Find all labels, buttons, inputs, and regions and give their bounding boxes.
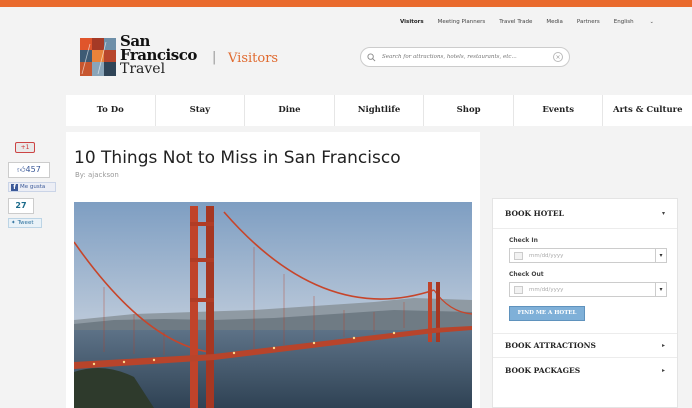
calendar-icon[interactable]: [514, 285, 523, 294]
chevron-right-icon: ▸: [661, 342, 665, 349]
twitter-bird-icon: ✦: [11, 220, 16, 226]
chevron-down-icon: ⌄: [649, 19, 654, 25]
calendar-icon[interactable]: [514, 251, 523, 260]
nav-to-do[interactable]: To Do: [66, 95, 156, 126]
booking-sidebar: BOOK HOTEL ▾ Check In mm/dd/yyyy ▾ Check…: [492, 198, 678, 408]
check-in-placeholder: mm/dd/yyyy: [529, 252, 564, 259]
nav-dine[interactable]: Dine: [245, 95, 335, 126]
book-attractions-title: BOOK ATTRACTIONS: [505, 341, 596, 350]
logo-mark-icon: [80, 38, 116, 76]
social-share-bar: +1 👍︎457 f Me gusta 27 ✦ Tweet: [8, 142, 60, 228]
topnav-media[interactable]: Media: [546, 19, 563, 25]
book-hotel-title: BOOK HOTEL: [505, 209, 564, 218]
book-packages-header[interactable]: BOOK PACKAGES ▸: [493, 358, 677, 383]
chevron-down-icon[interactable]: ▾: [655, 283, 666, 296]
article-byline: By: ajackson: [75, 171, 119, 179]
search-input[interactable]: [382, 54, 542, 60]
check-out-placeholder: mm/dd/yyyy: [529, 286, 564, 293]
page-title: 10 Things Not to Miss in San Francisco: [74, 148, 401, 168]
nav-arts-culture[interactable]: Arts & Culture: [603, 95, 692, 126]
check-in-field[interactable]: mm/dd/yyyy ▾: [509, 248, 667, 263]
book-attractions-header[interactable]: BOOK ATTRACTIONS ▸: [493, 333, 677, 358]
google-plus-button[interactable]: +1: [15, 142, 35, 153]
nav-shop[interactable]: Shop: [424, 95, 514, 126]
logo-divider: |: [212, 50, 217, 65]
language-label: English: [613, 19, 634, 25]
clear-search-icon[interactable]: ×: [553, 52, 563, 62]
tweet-button[interactable]: ✦ Tweet: [8, 218, 42, 228]
like-count: 457: [25, 165, 41, 174]
find-hotel-button[interactable]: FIND ME A HOTEL: [509, 306, 585, 321]
topnav-partners[interactable]: Partners: [577, 19, 600, 25]
tweet-label: Tweet: [17, 220, 34, 226]
logo-line-francisco: Francisco: [120, 46, 197, 64]
chevron-right-icon: ▸: [661, 367, 665, 374]
logo-wordmark: San Francisco Travel: [120, 34, 197, 77]
like-count-box: 👍︎457: [8, 162, 50, 178]
chevron-down-icon[interactable]: ▾: [655, 249, 666, 262]
golden-gate-bridge-photo: [74, 202, 472, 408]
chevron-down-icon: ▾: [661, 210, 665, 217]
thumbs-up-icon: 👍︎: [17, 165, 26, 174]
language-select[interactable]: English ⌄: [614, 19, 668, 25]
check-out-field[interactable]: mm/dd/yyyy ▾: [509, 282, 667, 297]
nav-stay[interactable]: Stay: [156, 95, 246, 126]
book-hotel-header[interactable]: BOOK HOTEL ▾: [493, 199, 677, 229]
logo-line-travel: Travel: [120, 61, 166, 77]
topnav-visitors[interactable]: Visitors: [400, 19, 424, 25]
facebook-like-label: Me gusta: [20, 184, 46, 190]
top-accent-bar: [0, 0, 692, 7]
facebook-icon: f: [11, 183, 18, 191]
section-label: Visitors: [228, 51, 279, 66]
topnav-meeting-planners[interactable]: Meeting Planners: [438, 19, 486, 25]
check-in-label: Check In: [509, 237, 538, 244]
main-nav: To Do Stay Dine Nightlife Shop Events Ar…: [66, 95, 692, 126]
check-out-label: Check Out: [509, 271, 544, 278]
tweet-count: 27: [8, 198, 34, 214]
search-icon: [367, 52, 376, 61]
search-box[interactable]: ×: [360, 47, 570, 67]
utility-nav: Visitors Meeting Planners Travel Trade M…: [400, 19, 682, 25]
nav-events[interactable]: Events: [514, 95, 604, 126]
facebook-like-button[interactable]: f Me gusta: [8, 182, 56, 192]
nav-nightlife[interactable]: Nightlife: [335, 95, 425, 126]
topnav-travel-trade[interactable]: Travel Trade: [499, 19, 532, 25]
book-packages-title: BOOK PACKAGES: [505, 366, 581, 375]
